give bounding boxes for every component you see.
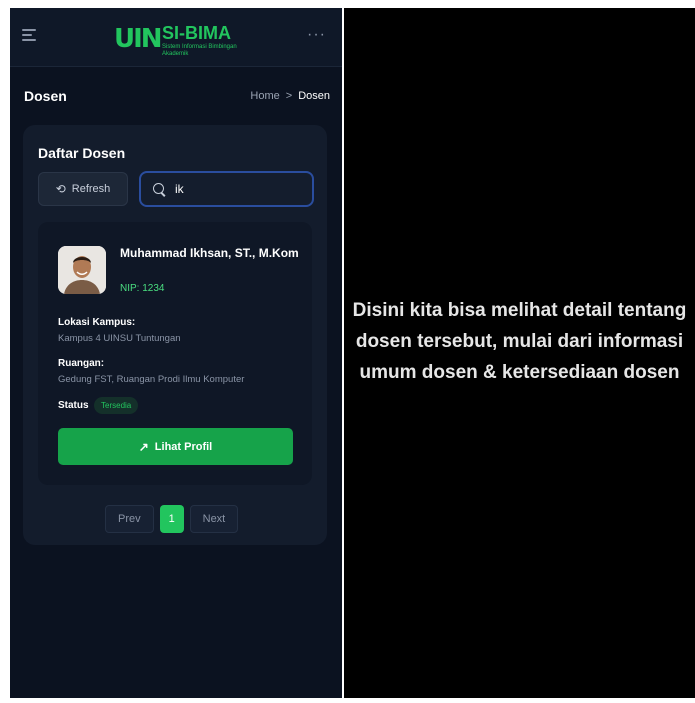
lecturer-list-card: Daftar Dosen ⟲ Refresh Muhammad Ikhsan, …: [23, 125, 327, 545]
caption-panel: Disini kita bisa melihat detail tentang …: [344, 8, 695, 698]
breadcrumb: Home > Dosen: [250, 90, 330, 102]
next-button[interactable]: Next: [189, 505, 239, 533]
page-header: Dosen Home > Dosen: [10, 67, 342, 117]
external-link-icon: ↗: [138, 439, 149, 454]
search-box[interactable]: [139, 171, 314, 207]
room-value: Gedung FST, Ruangan Prodi Ilmu Komputer: [58, 374, 245, 385]
search-icon: [153, 183, 165, 195]
refresh-icon: ⟲: [55, 182, 66, 196]
lecturer-card: Muhammad Ikhsan, ST., M.Kom NIP: 1234 Lo…: [38, 222, 312, 485]
caption-text: Disini kita bisa melihat detail tentang …: [352, 300, 687, 383]
search-input[interactable]: [175, 182, 305, 196]
app-screen: UIN SI-BIMA Sistem Informasi Bimbingan A…: [10, 8, 342, 698]
campus-value: Kampus 4 UINSU Tuntungan: [58, 333, 181, 344]
card-title: Daftar Dosen: [38, 145, 126, 161]
lecturer-nip: NIP: 1234: [120, 283, 165, 294]
room-label: Ruangan:: [58, 358, 105, 369]
view-profile-button[interactable]: ↗ Lihat Profil: [58, 428, 293, 465]
refresh-button[interactable]: ⟲ Refresh: [38, 172, 128, 206]
logo-title: SI-BIMA: [162, 23, 231, 43]
lecturer-name: Muhammad Ikhsan, ST., M.Kom: [120, 246, 299, 260]
refresh-label: Refresh: [71, 183, 111, 195]
page-1-button[interactable]: 1: [159, 505, 184, 533]
avatar: [58, 246, 106, 294]
top-bar: UIN SI-BIMA Sistem Informasi Bimbingan A…: [10, 8, 342, 67]
status-badge: Tersedia: [94, 397, 139, 414]
hamburger-icon[interactable]: [22, 29, 36, 41]
ellipsis-icon[interactable]: ···: [307, 26, 326, 44]
breadcrumb-home[interactable]: Home: [250, 90, 279, 102]
breadcrumb-separator: >: [285, 90, 293, 102]
campus-label: Lokasi Kampus:: [58, 317, 136, 328]
status-label: Status: [58, 400, 89, 411]
app-logo[interactable]: UIN SI-BIMA Sistem Informasi Bimbingan A…: [114, 14, 244, 60]
prev-button[interactable]: Prev: [105, 505, 154, 533]
view-profile-label: Lihat Profil: [154, 440, 213, 453]
logo-subtitle: Sistem Informasi Bimbingan Akademik: [162, 44, 237, 57]
page-title: Dosen: [24, 88, 67, 104]
logo-mark: UIN: [114, 24, 163, 54]
pagination: Prev 1 Next: [105, 505, 239, 533]
breadcrumb-current: Dosen: [298, 90, 330, 102]
